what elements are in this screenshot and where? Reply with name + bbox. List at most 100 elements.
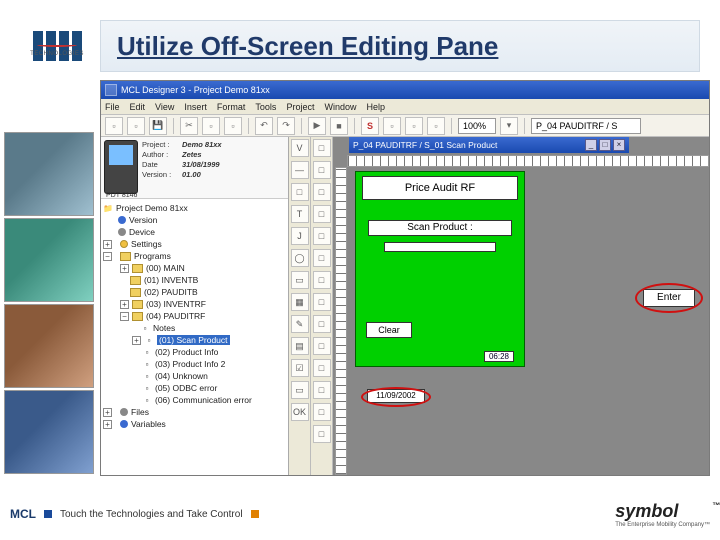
toolbar-undo-icon[interactable]: ↶ bbox=[255, 117, 273, 135]
menu-window[interactable]: Window bbox=[324, 102, 356, 112]
tool-icon[interactable]: □ bbox=[313, 337, 331, 355]
tool-icon[interactable]: □ bbox=[313, 271, 331, 289]
tool-j-icon[interactable]: J bbox=[291, 227, 309, 245]
tool-icon[interactable]: □ bbox=[313, 205, 331, 223]
toolbar-copy-icon[interactable]: ▫ bbox=[202, 117, 220, 135]
menu-help[interactable]: Help bbox=[366, 102, 385, 112]
design-canvas[interactable]: P_04 PAUDITRF / S_01 Scan Product _ □ × … bbox=[333, 137, 709, 475]
minimize-icon[interactable]: _ bbox=[585, 139, 597, 151]
maximize-icon[interactable]: □ bbox=[599, 139, 611, 151]
expand-icon[interactable]: + bbox=[132, 336, 141, 345]
menu-view[interactable]: View bbox=[155, 102, 174, 112]
toolbar-run-icon[interactable]: ▶ bbox=[308, 117, 326, 135]
toolbar-paste-icon[interactable]: ▫ bbox=[224, 117, 242, 135]
tree-root[interactable]: 📁Project Demo 81xx bbox=[103, 202, 286, 214]
time-display[interactable]: 06:28 bbox=[484, 351, 514, 362]
tree-notes[interactable]: ▫Notes bbox=[103, 322, 286, 334]
tree-program[interactable]: (01) INVENTB bbox=[103, 274, 286, 286]
screen-icon: ▫ bbox=[142, 371, 152, 381]
prop-value-project: Demo 81xx bbox=[182, 140, 285, 149]
close-icon[interactable]: × bbox=[613, 139, 625, 151]
tree-screen[interactable]: ▫(05) ODBC error bbox=[103, 382, 286, 394]
note-icon: ▫ bbox=[140, 323, 150, 333]
toolbar-cut-icon[interactable]: ✂ bbox=[180, 117, 198, 135]
tool-text-icon[interactable]: T bbox=[291, 205, 309, 223]
tool-ellipse-icon[interactable]: ◯ bbox=[291, 249, 309, 267]
menu-edit[interactable]: Edit bbox=[130, 102, 146, 112]
footer-tagline: Touch the Technologies and Take Control bbox=[60, 509, 243, 520]
tool-frame-icon[interactable]: ▭ bbox=[291, 381, 309, 399]
tool-icon[interactable]: □ bbox=[313, 161, 331, 179]
screen-header[interactable]: Price Audit RF bbox=[362, 176, 518, 200]
toolbar-new-icon[interactable]: ▫ bbox=[105, 117, 123, 135]
tree-screen[interactable]: ▫(03) Product Info 2 bbox=[103, 358, 286, 370]
window-title: MCL Designer 3 - Project Demo 81xx bbox=[121, 85, 270, 95]
screen-subwindow[interactable]: P_04 PAUDITRF / S_01 Scan Product _ □ × bbox=[349, 137, 629, 153]
tree-screen[interactable]: ▫(02) Product Info bbox=[103, 346, 286, 358]
tool-rect-icon[interactable]: □ bbox=[291, 183, 309, 201]
project-tree[interactable]: 📁Project Demo 81xx Version Device +Setti… bbox=[101, 199, 288, 475]
tree-screen-selected[interactable]: +▫(01) Scan Product bbox=[103, 334, 286, 346]
menu-project[interactable]: Project bbox=[286, 102, 314, 112]
tool-icon[interactable]: □ bbox=[313, 139, 331, 157]
window-titlebar[interactable]: MCL Designer 3 - Project Demo 81xx bbox=[101, 81, 709, 99]
mcl-wordmark: MCL bbox=[10, 507, 36, 521]
collapse-icon[interactable]: − bbox=[120, 312, 129, 321]
tree-node-programs[interactable]: −Programs bbox=[103, 250, 286, 262]
scan-prompt-label[interactable]: Scan Product : bbox=[368, 220, 512, 236]
screen-combo[interactable]: P_04 PAUDITRF / S bbox=[531, 118, 641, 134]
menu-tools[interactable]: Tools bbox=[255, 102, 276, 112]
tree-program[interactable]: +(00) MAIN bbox=[103, 262, 286, 274]
menu-format[interactable]: Format bbox=[217, 102, 246, 112]
tree-program[interactable]: −(04) PAUDITRF bbox=[103, 310, 286, 322]
tree-node-settings[interactable]: +Settings bbox=[103, 238, 286, 250]
clear-button[interactable]: Clear bbox=[366, 322, 412, 338]
toolbar-save-icon[interactable]: 💾 bbox=[149, 117, 167, 135]
tool-icon[interactable]: □ bbox=[313, 315, 331, 333]
tree-screen[interactable]: ▫(04) Unknown bbox=[103, 370, 286, 382]
expand-icon[interactable]: + bbox=[120, 264, 129, 273]
expand-icon[interactable]: + bbox=[103, 408, 112, 417]
tree-program[interactable]: +(03) INVENTRF bbox=[103, 298, 286, 310]
tool-v-icon[interactable]: V bbox=[291, 139, 309, 157]
symbol-tagline: The Enterprise Mobility Company™ bbox=[615, 522, 710, 528]
tool-grid-icon[interactable]: ▦ bbox=[291, 293, 309, 311]
expand-icon[interactable]: + bbox=[120, 300, 129, 309]
tool-check-icon[interactable]: ☑ bbox=[291, 359, 309, 377]
device-screen-preview[interactable]: Price Audit RF Scan Product : Clear 06:2… bbox=[355, 171, 525, 367]
tree-program[interactable]: (02) PAUDITB bbox=[103, 286, 286, 298]
tool-icon[interactable]: □ bbox=[313, 359, 331, 377]
tree-node-variables[interactable]: +Variables bbox=[103, 418, 286, 430]
tree-node-device[interactable]: Device bbox=[103, 226, 286, 238]
scan-input-field[interactable] bbox=[384, 242, 496, 252]
tree-screen[interactable]: ▫(06) Communication error bbox=[103, 394, 286, 406]
tool-ok-icon[interactable]: OK bbox=[291, 403, 309, 421]
toolbar-stop-icon[interactable]: ■ bbox=[330, 117, 348, 135]
toolbar-s-badge[interactable]: S bbox=[361, 117, 379, 135]
tree-node-version[interactable]: Version bbox=[103, 214, 286, 226]
toolbar-btn-icon[interactable]: ▫ bbox=[427, 117, 445, 135]
expand-icon[interactable]: + bbox=[103, 420, 112, 429]
toolbar-btn-icon[interactable]: ▫ bbox=[383, 117, 401, 135]
toolbar-btn-icon[interactable]: ▫ bbox=[405, 117, 423, 135]
tool-edit-icon[interactable]: ✎ bbox=[291, 315, 309, 333]
collapse-icon[interactable]: − bbox=[103, 252, 112, 261]
tool-line-icon[interactable]: — bbox=[291, 161, 309, 179]
zoom-dropdown-icon[interactable]: ▾ bbox=[500, 117, 518, 135]
tool-icon[interactable]: □ bbox=[313, 227, 331, 245]
toolbar-redo-icon[interactable]: ↷ bbox=[277, 117, 295, 135]
toolbar-open-icon[interactable]: ▫ bbox=[127, 117, 145, 135]
zoom-field[interactable]: 100% bbox=[458, 118, 496, 134]
menu-file[interactable]: File bbox=[105, 102, 120, 112]
menu-insert[interactable]: Insert bbox=[184, 102, 207, 112]
tree-node-files[interactable]: +Files bbox=[103, 406, 286, 418]
tool-list-icon[interactable]: ▤ bbox=[291, 337, 309, 355]
tool-icon[interactable]: □ bbox=[313, 249, 331, 267]
tool-icon[interactable]: □ bbox=[313, 293, 331, 311]
expand-icon[interactable]: + bbox=[103, 240, 112, 249]
tool-box-icon[interactable]: ▭ bbox=[291, 271, 309, 289]
tool-icon[interactable]: □ bbox=[313, 381, 331, 399]
tool-icon[interactable]: □ bbox=[313, 425, 331, 443]
tool-icon[interactable]: □ bbox=[313, 403, 331, 421]
tool-icon[interactable]: □ bbox=[313, 183, 331, 201]
